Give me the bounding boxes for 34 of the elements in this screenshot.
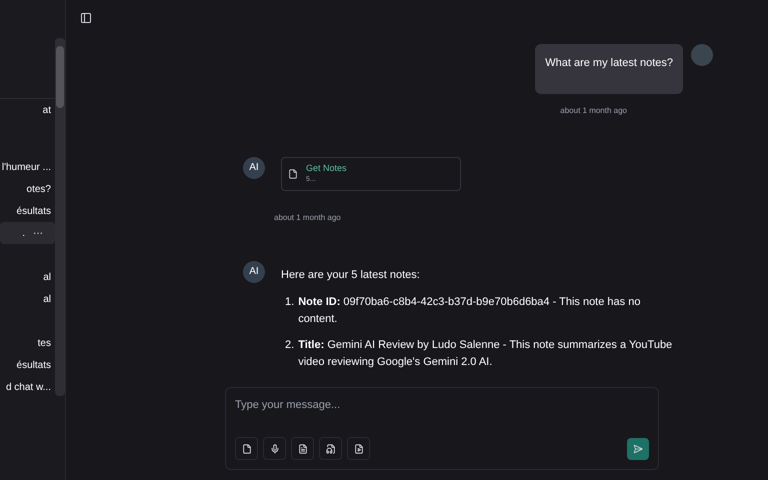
file-icon <box>288 168 298 178</box>
avatar: AI <box>243 260 265 282</box>
chat-history-item[interactable]: l'humeur ... <box>0 156 55 178</box>
avatar: AI <box>243 156 265 178</box>
tool-name: Get Notes <box>306 162 347 174</box>
list-number: 2. <box>285 338 294 352</box>
scrollbar[interactable] <box>55 38 65 396</box>
chat-history-item[interactable]: ésultats <box>0 354 55 376</box>
chat-history-item[interactable]: ésultats <box>0 200 55 222</box>
audio-file-icon[interactable] <box>319 437 342 460</box>
chat-history-item[interactable]: d chat w... <box>0 376 55 398</box>
chat-history-item[interactable]: otes? <box>0 178 55 200</box>
document-icon[interactable] <box>291 437 314 460</box>
avatar <box>691 44 713 66</box>
send-icon <box>633 444 643 454</box>
chat-history-item[interactable]: al <box>0 288 55 310</box>
message-bubble: What are my latest notes? <box>535 44 683 94</box>
answer-intro: Here are your 5 latest notes: <box>281 268 421 282</box>
message-time: about 1 month ago <box>560 104 627 116</box>
send-button[interactable] <box>627 438 649 460</box>
file-icon[interactable] <box>235 437 258 460</box>
note-summary: Title: Gemini AI Review by Ludo Salenne - This note summarizes a YouTube video reviewing Google's Gemini 2.0 AI. <box>298 338 674 370</box>
sidebar-toggle-icon[interactable] <box>80 12 92 24</box>
chat-history-item[interactable]: al <box>0 266 55 288</box>
microphone-icon[interactable] <box>263 437 286 460</box>
message-input[interactable]: Type your message... <box>235 397 649 414</box>
chat-history-item[interactable]: at <box>0 99 55 121</box>
sidebar-icon <box>80 12 92 24</box>
note-summary: Note ID: 09f70ba6-c8b4-42c3-b37d-b9e70b6d6ba4 - This note has no content. <box>298 294 642 326</box>
chat-history-item[interactable]: tes <box>0 332 55 354</box>
list-number: 1. <box>285 294 294 310</box>
message-time: about 1 month ago <box>274 212 342 224</box>
video-file-icon[interactable] <box>347 437 370 460</box>
chat-history-item[interactable]: . ··· <box>0 222 55 244</box>
